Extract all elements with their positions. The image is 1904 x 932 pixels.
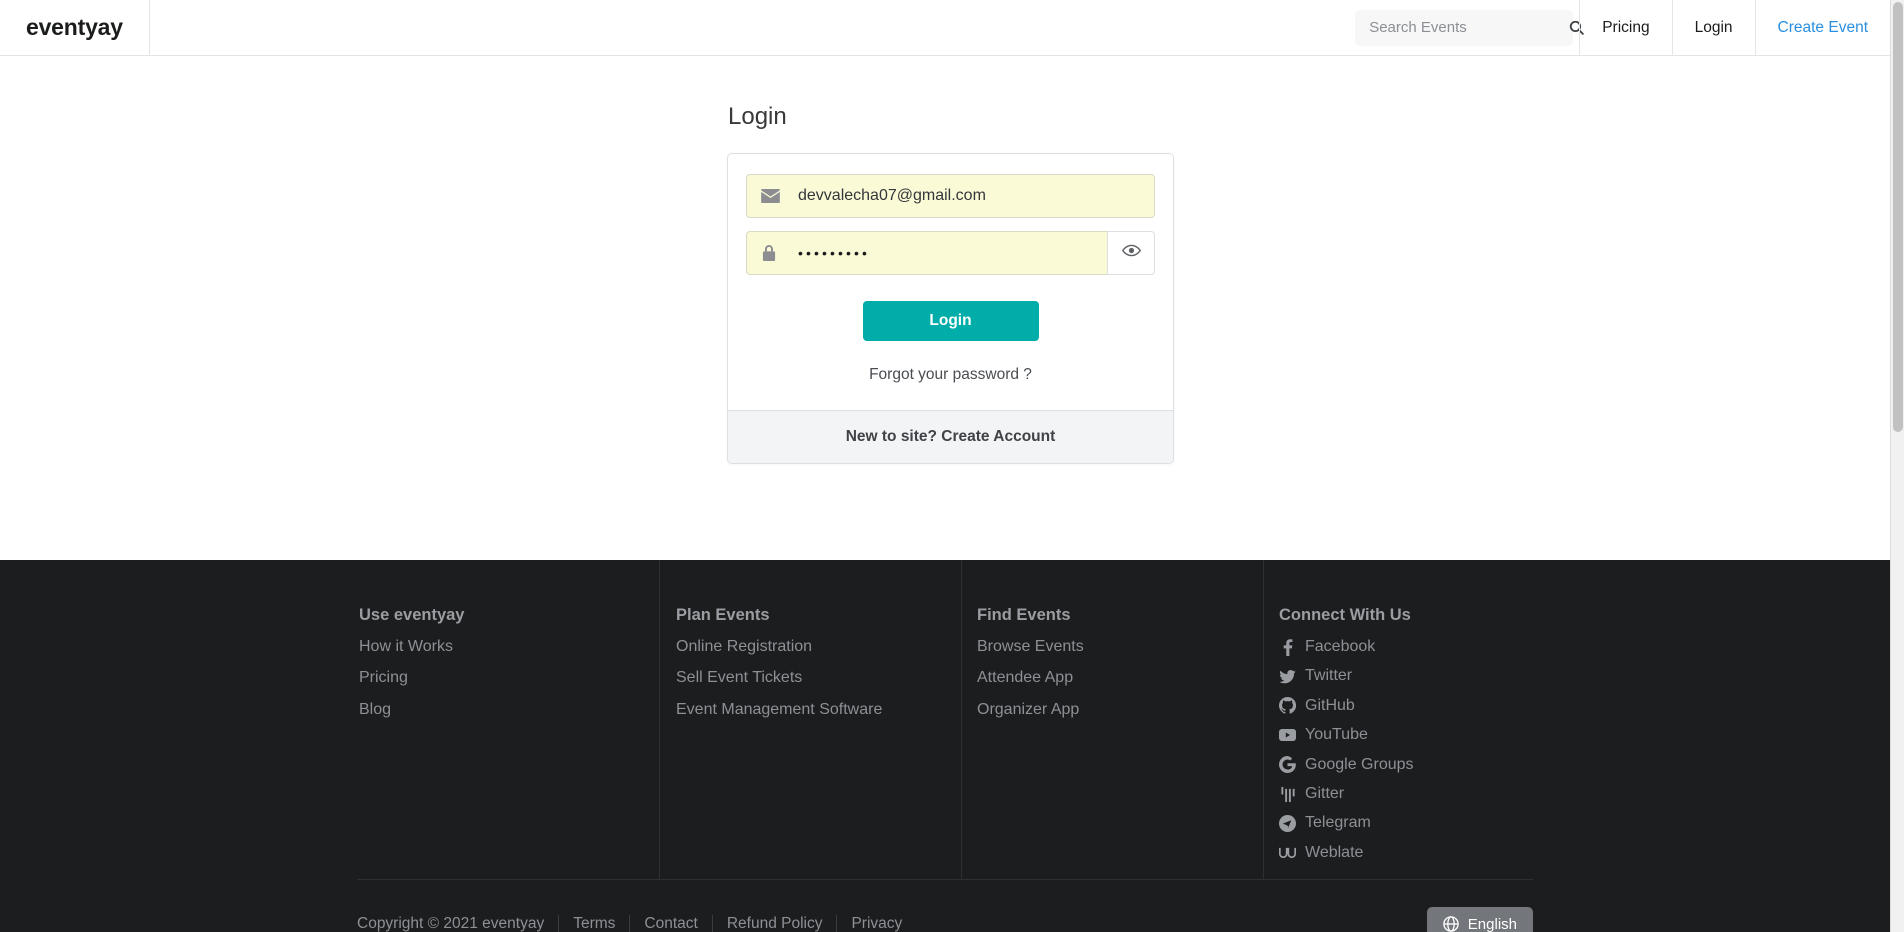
footer-link-how-it-works[interactable]: How it Works — [359, 638, 659, 656]
login-section: Login devvalecha07@gmail.com ••••••••• L… — [727, 103, 1174, 464]
footer-column-title: Connect With Us — [1279, 606, 1411, 624]
nav-item-login[interactable]: Login — [1671, 0, 1755, 55]
password-input[interactable] — [798, 245, 1097, 261]
login-card: Login Forgot your password ? New to site… — [727, 153, 1174, 464]
footer-link-blog[interactable]: Blog — [359, 701, 659, 719]
footer-column-title: Find Events — [977, 606, 1071, 624]
footer-link-label: Twitter — [1305, 667, 1353, 685]
weblate-icon — [1279, 844, 1296, 861]
copyright-text: Copyright © 2021 eventyay — [357, 915, 545, 932]
nav-item-create-event[interactable]: Create Event — [1754, 0, 1890, 55]
nav-item-pricing[interactable]: Pricing — [1579, 0, 1671, 55]
footer-link-label: YouTube — [1305, 726, 1368, 744]
footer-column-find-events: Find Events Browse Events Attendee App O… — [961, 559, 1263, 881]
footer-link-label: Google Groups — [1305, 755, 1414, 773]
footer-columns: Use eventyay How it Works Pricing Blog P… — [357, 559, 1533, 881]
footer-link-twitter[interactable]: Twitter — [1279, 667, 1533, 685]
nav-item-create-event-label: Create Event — [1777, 18, 1868, 36]
footer-link-label: Facebook — [1305, 638, 1376, 655]
create-account-link[interactable]: New to site? Create Account — [846, 428, 1056, 446]
footer-link-browse-events[interactable]: Browse Events — [977, 638, 1263, 656]
login-button-row: Login — [746, 301, 1155, 341]
footer-link-label: Weblate — [1305, 843, 1364, 861]
footer-link-label: GitHub — [1305, 696, 1355, 714]
brand-logo[interactable]: eventyay — [0, 0, 150, 55]
top-navbar: eventyay Pricing Login Create Event — [0, 0, 1890, 56]
envelope-icon — [761, 189, 780, 203]
footer-link-label: Telegram — [1305, 814, 1371, 832]
lock-icon — [761, 244, 780, 262]
email-field-row — [746, 174, 1155, 218]
footer-bottom-link-terms[interactable]: Terms — [558, 915, 629, 932]
login-card-footer: New to site? Create Account — [728, 410, 1173, 463]
footer-bottom-link-contact[interactable]: Contact — [629, 915, 711, 932]
page-scrollbar[interactable] — [1890, 0, 1904, 932]
footer-link-gitter[interactable]: Gitter — [1279, 785, 1533, 803]
footer-bottom-bar: Copyright © 2021 eventyay Terms Contact … — [357, 907, 1533, 932]
footer-link-weblate[interactable]: Weblate — [1279, 844, 1533, 862]
navbar-spacer — [150, 0, 1355, 55]
globe-icon — [1443, 916, 1460, 932]
login-card-body: Login Forgot your password ? — [728, 154, 1173, 410]
footer-link-attendee-app[interactable]: Attendee App — [977, 669, 1263, 687]
footer-column-title: Use eventyay — [359, 606, 465, 624]
footer-bottom-link-refund-policy[interactable]: Refund Policy — [711, 915, 837, 932]
nav-item-pricing-label: Pricing — [1602, 18, 1650, 36]
language-selector-button[interactable]: English — [1426, 907, 1533, 932]
footer-link-event-management-software[interactable]: Event Management Software — [676, 701, 961, 719]
github-icon — [1279, 697, 1296, 715]
footer-column-use-eventyay: Use eventyay How it Works Pricing Blog — [357, 606, 659, 873]
site-footer: Use eventyay How it Works Pricing Blog P… — [0, 559, 1890, 932]
language-selector-label: English — [1467, 915, 1517, 932]
scrollbar-thumb[interactable] — [1893, 2, 1903, 432]
email-input[interactable] — [798, 187, 1144, 205]
footer-column-connect-with-us: Connect With Us Facebook Twitter GitHub … — [1263, 559, 1533, 881]
footer-link-online-registration[interactable]: Online Registration — [676, 638, 961, 656]
forgot-password-row: Forgot your password ? — [746, 366, 1155, 388]
footer-link-label: Gitter — [1305, 784, 1345, 802]
footer-link-organizer-app[interactable]: Organizer App — [977, 701, 1263, 719]
youtube-icon — [1279, 727, 1296, 744]
telegram-icon — [1279, 815, 1296, 833]
password-field-box[interactable] — [746, 231, 1107, 275]
gitter-icon — [1279, 786, 1296, 803]
footer-link-google-groups[interactable]: Google Groups — [1279, 756, 1533, 774]
footer-bottom-link-privacy[interactable]: Privacy — [836, 915, 916, 932]
footer-link-github[interactable]: GitHub — [1279, 697, 1533, 715]
footer-link-youtube[interactable]: YouTube — [1279, 726, 1533, 744]
footer-link-facebook[interactable]: Facebook — [1279, 638, 1533, 656]
footer-link-pricing[interactable]: Pricing — [359, 669, 659, 687]
footer-link-telegram[interactable]: Telegram — [1279, 814, 1533, 833]
forgot-password-link[interactable]: Forgot your password ? — [869, 366, 1032, 383]
nav-item-login-label: Login — [1694, 18, 1733, 36]
footer-column-plan-events: Plan Events Online Registration Sell Eve… — [659, 559, 961, 881]
page-title: Login — [728, 103, 787, 130]
search-input[interactable] — [1369, 19, 1569, 36]
navbar-right-group: Pricing Login Create Event — [1355, 0, 1890, 55]
password-field-row — [746, 231, 1155, 275]
toggle-password-visibility-button[interactable] — [1107, 231, 1155, 275]
facebook-icon — [1279, 638, 1296, 656]
footer-link-sell-event-tickets[interactable]: Sell Event Tickets — [676, 669, 961, 687]
footer-column-title: Plan Events — [676, 606, 770, 624]
brand-label: eventyay — [26, 14, 123, 40]
main-content: Login devvalecha07@gmail.com ••••••••• L… — [0, 56, 1904, 560]
google-icon — [1279, 756, 1296, 774]
email-field-box[interactable] — [746, 174, 1155, 218]
twitter-icon — [1279, 668, 1296, 685]
eye-icon — [1121, 244, 1141, 262]
login-submit-button[interactable]: Login — [862, 301, 1039, 341]
page-root: eventyay Pricing Login Create Event — [0, 0, 1904, 932]
footer-divider — [357, 879, 1533, 880]
search-box[interactable] — [1355, 9, 1584, 46]
